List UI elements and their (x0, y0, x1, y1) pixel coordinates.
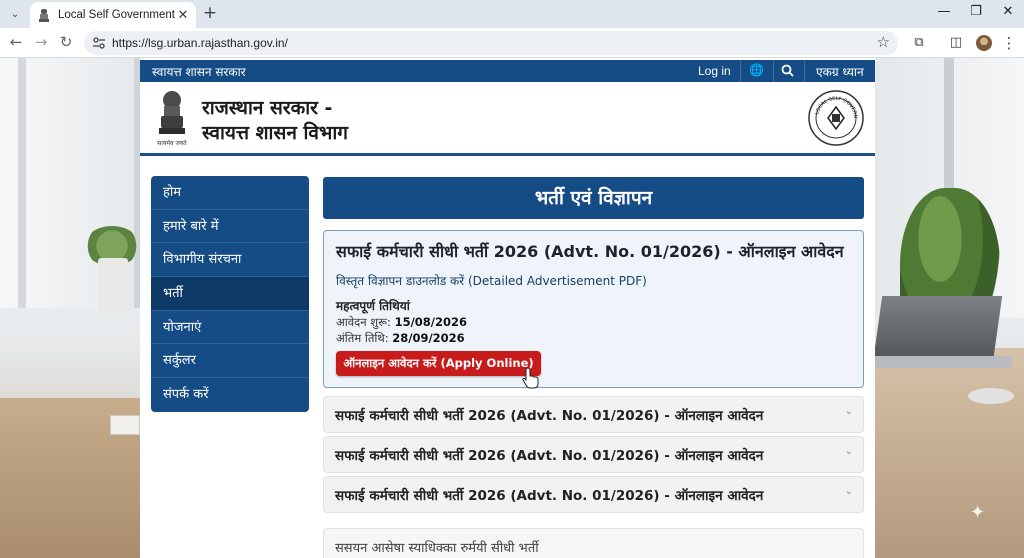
sidebar-item-home[interactable]: होम (151, 176, 309, 210)
back-icon[interactable]: ← (6, 33, 26, 53)
sidebar-icon[interactable]: ◫ (947, 34, 965, 52)
page-viewport: ✦ स्वायत्त शासन सरकार Log in 🌐 एकग्र ध्य… (0, 58, 1024, 558)
page-title: भर्ती एवं विज्ञापन (323, 177, 864, 219)
sparkle-icon: ✦ (970, 502, 986, 523)
forward-icon[interactable]: → (31, 33, 51, 53)
chevron-down-icon: ⌄ (844, 446, 853, 457)
site-info-icon[interactable] (92, 36, 106, 50)
search-icon[interactable] (781, 64, 794, 77)
chevron-down-icon: ⌄ (844, 486, 853, 497)
site-header: सत्यमेव जयते राजस्थान सरकार - स्वायत्त श… (140, 82, 875, 156)
profile-avatar[interactable] (976, 35, 992, 51)
sidebar-item-circulars[interactable]: सर्कुलर (151, 344, 309, 379)
top-utility-bar: स्वायत्त शासन सरकार Log in 🌐 एकग्र ध्यान (140, 60, 875, 82)
accordion-title: सफाई कर्मचारी सीधी भर्ती 2026 (Advt. No.… (335, 448, 764, 464)
recruitment-accordion[interactable]: सफाई कर्मचारी सीधी भर्ती 2026 (Advt. No.… (323, 396, 864, 433)
site-title: राजस्थान सरकार - स्वायत्त शासन विभाग (202, 96, 348, 146)
start-date-value: 15/08/2026 (394, 315, 467, 329)
recruitment-accordion[interactable]: सफाई कर्मचारी सीधी भर्ती 2026 (Advt. No.… (323, 476, 864, 513)
important-dates-heading: महत्वपूर्ण तिथियां (336, 299, 410, 313)
apply-online-button[interactable]: ऑनलाइन आवेदन करें (Apply Online) (336, 351, 541, 376)
background-laptop (873, 296, 1003, 356)
background-mouse (968, 388, 1014, 404)
chevron-down-icon: ⌄ (844, 406, 853, 417)
maximize-icon[interactable]: ❐ (958, 3, 994, 23)
application-start-date: आवेदन शुरू: 15/08/2026 (336, 315, 467, 330)
hand-cursor-icon (522, 367, 539, 389)
accordion-title: सफाई कर्मचारी सीधी भर्ती 2026 (Advt. No.… (335, 488, 764, 504)
sidebar-item-contact[interactable]: संपर्क करें (151, 378, 309, 412)
recruitment-accordion[interactable]: सफाई कर्मचारी सीधी भर्ती 2026 (Advt. No.… (323, 436, 864, 473)
minimize-icon[interactable]: — (926, 3, 962, 23)
close-icon[interactable]: ✕ (176, 8, 190, 23)
reload-icon[interactable]: ↻ (56, 33, 76, 53)
site-title-line2: स्वायत्त शासन विभाग (202, 122, 348, 144)
tab-search-icon[interactable]: ⌄ (4, 4, 26, 24)
address-bar[interactable]: https://lsg.urban.rajasthan.gov.in/ ☆ (84, 31, 898, 55)
accordion-title: सफाई कर्मचारी सीधी भर्ती 2026 (Advt. No.… (335, 408, 764, 424)
browser-toolbar: ← → ↻ https://lsg.urban.rajasthan.gov.in… (0, 28, 1024, 58)
end-date-value: 28/09/2026 (392, 331, 465, 345)
background-pot (98, 258, 128, 316)
recruitment-card: सफाई कर्मचारी सीधी भर्ती 2026 (Advt. No.… (323, 230, 864, 389)
site-title-line1: राजस्थान सरकार - (202, 97, 333, 119)
login-link[interactable]: Log in (698, 64, 731, 78)
bookmark-star-icon[interactable]: ☆ (877, 33, 890, 51)
close-window-icon[interactable]: ✕ (990, 3, 1024, 23)
new-tab-icon[interactable]: + (200, 4, 220, 24)
background-book (110, 415, 140, 435)
globe-icon[interactable]: 🌐 (749, 63, 764, 77)
list-item-title: ससयन आसेषा स्याधिक्का रुर्मयी सीधी भर्ती (335, 541, 539, 556)
browser-tab[interactable]: Local Self Government Depart ✕ (30, 2, 196, 28)
recruitment-title: सफाई कर्मचारी सीधी भर्ती 2026 (Advt. No.… (336, 242, 844, 261)
emblem-caption: सत्यमेव जयते (157, 139, 187, 147)
divider (773, 60, 774, 82)
skip-to-content-link[interactable]: एकग्र ध्यान (816, 63, 864, 80)
topbar-org-name: स्वायत्त शासन सरकार (152, 65, 246, 79)
start-date-label: आवेदन शुरू: (336, 315, 395, 329)
department-logo-icon: LOCAL SELF GOVERNMENT (808, 90, 864, 146)
sidebar-item-about[interactable]: हमारे बारे में (151, 210, 309, 244)
sidebar-item-structure[interactable]: विभागीय संरचना (151, 243, 309, 278)
recruitment-list-item[interactable]: ससयन आसेषा स्याधिक्का रुर्मयी सीधी भर्ती (323, 528, 864, 558)
emblem-favicon-icon (39, 8, 49, 22)
sidebar-item-schemes[interactable]: योजनाएं (151, 311, 309, 345)
website: स्वायत्त शासन सरकार Log in 🌐 एकग्र ध्यान… (140, 58, 875, 558)
end-date-label: अंतिम तिथि: (336, 331, 393, 345)
application-end-date: अंतिम तिथि: 28/09/2026 (336, 331, 465, 346)
sidebar-nav: होम हमारे बारे में विभागीय संरचना भर्ती … (151, 176, 309, 412)
background-laptop-base (872, 356, 1012, 368)
divider (804, 60, 805, 82)
background-desk-right (875, 348, 1024, 558)
state-emblem-icon: सत्यमेव जयते (157, 91, 187, 147)
browser-tab-strip: ⌄ Local Self Government Depart ✕ + — ❐ ✕ (0, 0, 1024, 28)
url-text: https://lsg.urban.rajasthan.gov.in/ (112, 36, 288, 50)
menu-icon[interactable]: ⋮ (1000, 34, 1018, 52)
advertisement-pdf-link[interactable]: विस्तृत विज्ञापन डाउनलोड करें (Detailed … (336, 272, 647, 289)
sidebar-item-recruitment[interactable]: भर्ती (151, 277, 309, 311)
divider (740, 60, 741, 82)
tab-title: Local Self Government Depart (58, 9, 176, 21)
extensions-icon[interactable]: ⧉ (910, 34, 928, 52)
